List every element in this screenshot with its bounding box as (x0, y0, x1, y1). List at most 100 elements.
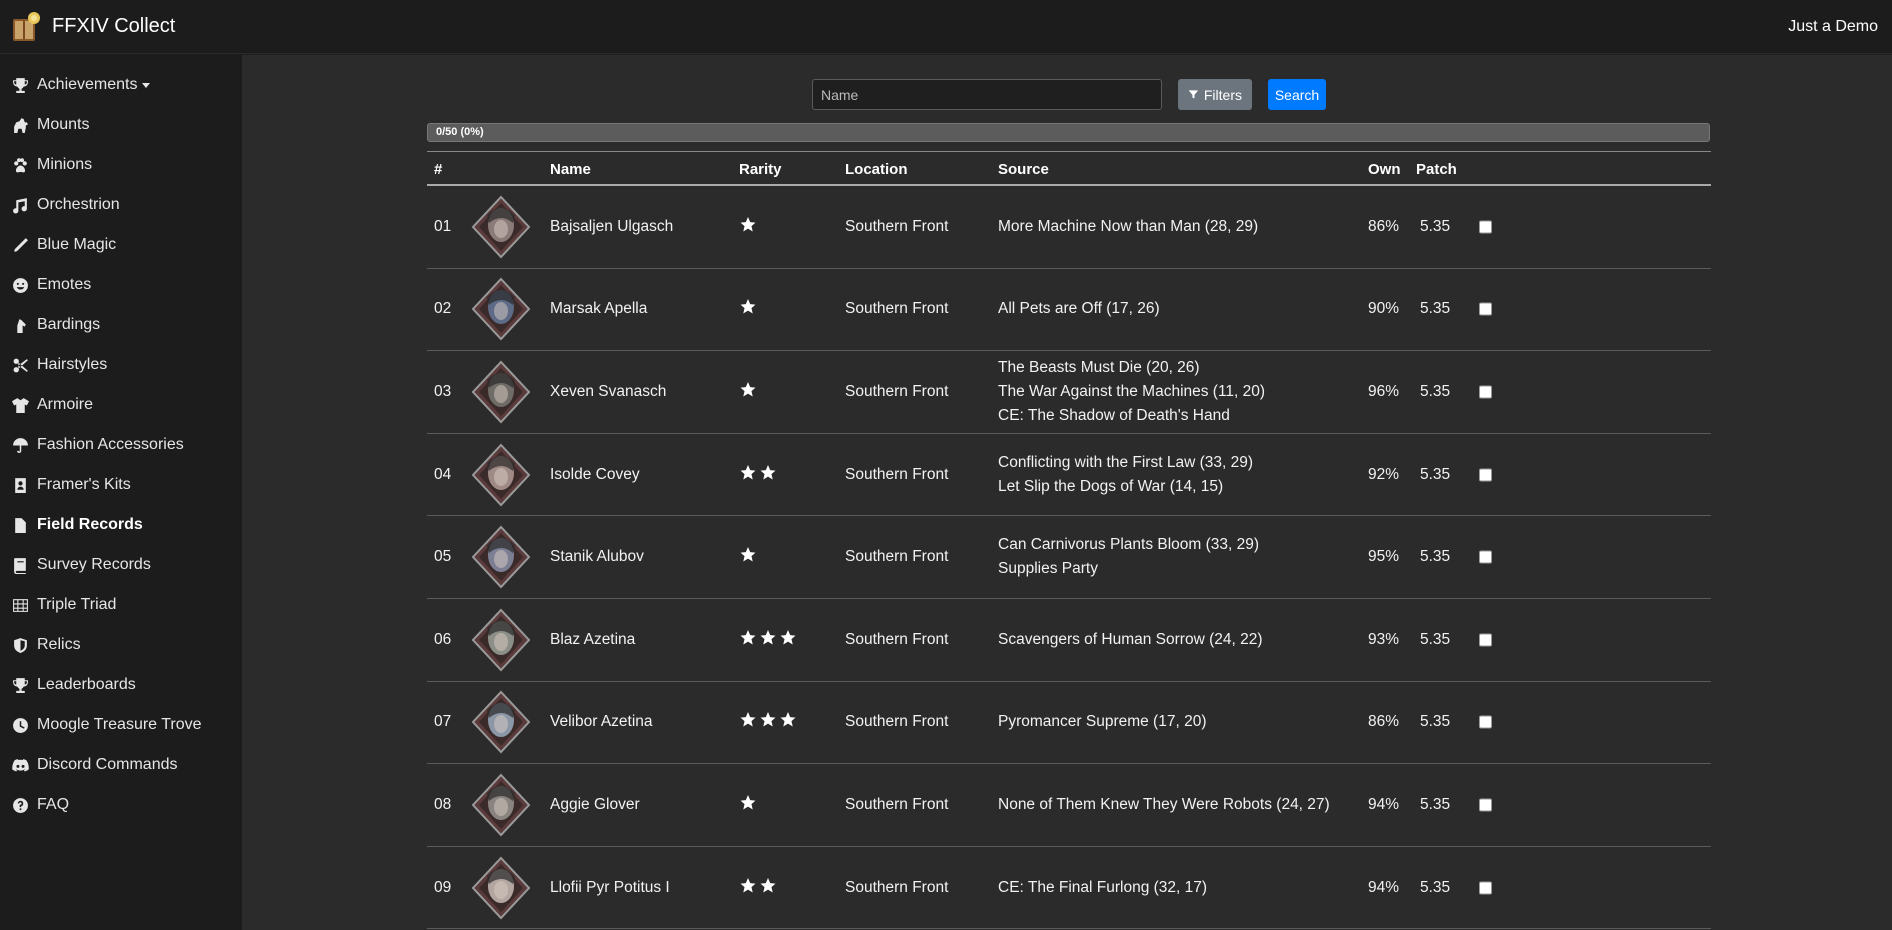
owned-checkbox[interactable] (1479, 633, 1492, 647)
header-name[interactable]: Name (550, 161, 591, 178)
header-location[interactable]: Location (845, 161, 908, 178)
table-row[interactable]: 06 Blaz Azetina Southern Front Scavengers o… (427, 599, 1711, 682)
table-row[interactable]: 03 Xeven Svanasch Southern Front The Beasts… (427, 351, 1711, 434)
sidebar-item-hairstyles[interactable]: Hairstyles (0, 345, 242, 385)
star-icon (759, 463, 777, 486)
record-location: Southern Front (845, 878, 949, 896)
table-body: 01 Bajsaljen Ulgasch Southern Front More Ma… (427, 186, 1711, 930)
sidebar-item-label: Moogle Treasure Trove (37, 716, 202, 733)
header-num[interactable]: # (434, 161, 442, 178)
sidebar-item-bardings[interactable]: Bardings (0, 305, 242, 345)
record-name[interactable]: Xeven Svanasch (550, 383, 666, 401)
table-row[interactable]: 01 Bajsaljen Ulgasch Southern Front More Ma… (427, 186, 1711, 269)
own-percent: 94% (1368, 878, 1400, 896)
table-row[interactable]: 02 Marsak Apella Southern Front All Pets ar… (427, 269, 1711, 352)
source-line: CE: The Shadow of Death's Hand (998, 406, 1230, 424)
header-own[interactable]: Own (1368, 161, 1401, 178)
patch-version: 5.35 (1420, 548, 1451, 566)
record-source: Conflicting with the First Law (33, 29) L… (998, 451, 1253, 499)
table-row[interactable]: 09 Llofii Pyr Potitus I Southern Front CE: … (427, 847, 1711, 930)
table-row[interactable]: 08 Aggie Glover Southern Front None of Them… (427, 764, 1711, 847)
source-line: Pyromancer Supreme (17, 20) (998, 713, 1207, 731)
sidebar-item-triple-triad[interactable]: Triple Triad (0, 585, 242, 625)
owned-checkbox[interactable] (1479, 302, 1492, 316)
owned-checkbox[interactable] (1479, 468, 1492, 482)
star-icon (739, 793, 757, 816)
record-name[interactable]: Bajsaljen Ulgasch (550, 218, 673, 236)
record-name[interactable]: Stanik Alubov (550, 548, 644, 566)
record-number: 02 (434, 300, 452, 318)
sidebar-item-label: Minions (37, 156, 93, 173)
owned-checkbox[interactable] (1479, 715, 1492, 729)
sidebar-item-survey-records[interactable]: Survey Records (0, 545, 242, 585)
sidebar-item-orchestrion[interactable]: Orchestrion (0, 185, 242, 225)
table-row[interactable]: 04 Isolde Covey Southern Front Conflicting … (427, 434, 1711, 517)
brand-title: FFXIV Collect (52, 15, 176, 37)
table-row[interactable]: 05 Stanik Alubov Southern Front Can Carnivo… (427, 516, 1711, 599)
filters-label: Filters (1203, 86, 1242, 103)
record-portrait (469, 443, 533, 507)
sidebar-item-mounts[interactable]: Mounts (0, 105, 242, 145)
header-rarity[interactable]: Rarity (739, 161, 782, 178)
star-icon (759, 628, 777, 651)
search-bar: Filters Search (812, 79, 1326, 110)
sidebar-item-armoire[interactable]: Armoire (0, 385, 242, 425)
own-percent: 95% (1368, 548, 1400, 566)
sidebar-item-label: Leaderboards (37, 676, 136, 693)
owned-checkbox[interactable] (1479, 220, 1492, 234)
record-name[interactable]: Marsak Apella (550, 300, 647, 318)
patch-version: 5.35 (1420, 382, 1451, 400)
star-icon (739, 711, 757, 734)
table-icon (11, 596, 29, 614)
sidebar-item-label: Discord Commands (37, 756, 178, 773)
table-row[interactable]: 07 Velibor Azetina Southern Front Pyromance… (427, 682, 1711, 765)
record-location: Southern Front (845, 217, 949, 235)
owned-checkbox[interactable] (1479, 881, 1492, 895)
header-patch[interactable]: Patch (1416, 161, 1457, 178)
sidebar-item-achievements[interactable]: Achievements (0, 65, 242, 105)
sidebar-item-emotes[interactable]: Emotes (0, 265, 242, 305)
source-line: Supplies Party (998, 560, 1098, 578)
sidebar-item-moogle-treasure-trove[interactable]: Moogle Treasure Trove (0, 705, 242, 745)
rarity-stars (739, 546, 757, 569)
rarity-stars (739, 215, 757, 238)
sidebar-item-label: Orchestrion (37, 196, 120, 213)
search-input[interactable] (812, 79, 1162, 110)
user-link[interactable]: Just a Demo (1788, 18, 1878, 36)
sidebar-item-faq[interactable]: FAQ (0, 785, 242, 825)
record-portrait (469, 277, 533, 341)
header-source[interactable]: Source (998, 161, 1049, 178)
search-button[interactable]: Search (1268, 79, 1326, 110)
file-icon (11, 516, 29, 534)
sidebar-item-relics[interactable]: Relics (0, 625, 242, 665)
rarity-stars (739, 793, 757, 816)
record-name[interactable]: Blaz Azetina (550, 631, 635, 649)
sidebar-item-blue-magic[interactable]: Blue Magic (0, 225, 242, 265)
sidebar-item-leaderboards[interactable]: Leaderboards (0, 665, 242, 705)
record-source: Pyromancer Supreme (17, 20) (998, 710, 1206, 734)
sidebar-item-discord-commands[interactable]: Discord Commands (0, 745, 242, 785)
brand[interactable]: FFXIV Collect (10, 10, 175, 44)
own-percent: 86% (1368, 713, 1400, 731)
filters-button[interactable]: Filters (1178, 79, 1252, 110)
sidebar-item-field-records[interactable]: Field Records (0, 505, 242, 545)
sidebar-item-framer-s-kits[interactable]: Framer's Kits (0, 465, 242, 505)
star-icon (759, 876, 777, 899)
patch-version: 5.35 (1420, 300, 1451, 318)
sidebar-item-fashion-accessories[interactable]: Fashion Accessories (0, 425, 242, 465)
sidebar-item-label: Survey Records (37, 556, 151, 573)
record-name[interactable]: Isolde Covey (550, 466, 640, 484)
record-name[interactable]: Velibor Azetina (550, 713, 653, 731)
owned-checkbox[interactable] (1479, 550, 1492, 564)
sidebar-item-minions[interactable]: Minions (0, 145, 242, 185)
record-source: More Machine Now than Man (28, 29) (998, 215, 1258, 239)
owned-checkbox[interactable] (1479, 798, 1492, 812)
sidebar-item-label: Relics (37, 636, 81, 653)
record-name[interactable]: Aggie Glover (550, 796, 640, 814)
owned-checkbox[interactable] (1479, 385, 1492, 399)
record-name[interactable]: Llofii Pyr Potitus I (550, 879, 670, 897)
star-icon (759, 711, 777, 734)
record-source: None of Them Knew They Were Robots (24, … (998, 793, 1330, 817)
record-portrait (469, 360, 533, 424)
record-number: 08 (434, 795, 452, 813)
